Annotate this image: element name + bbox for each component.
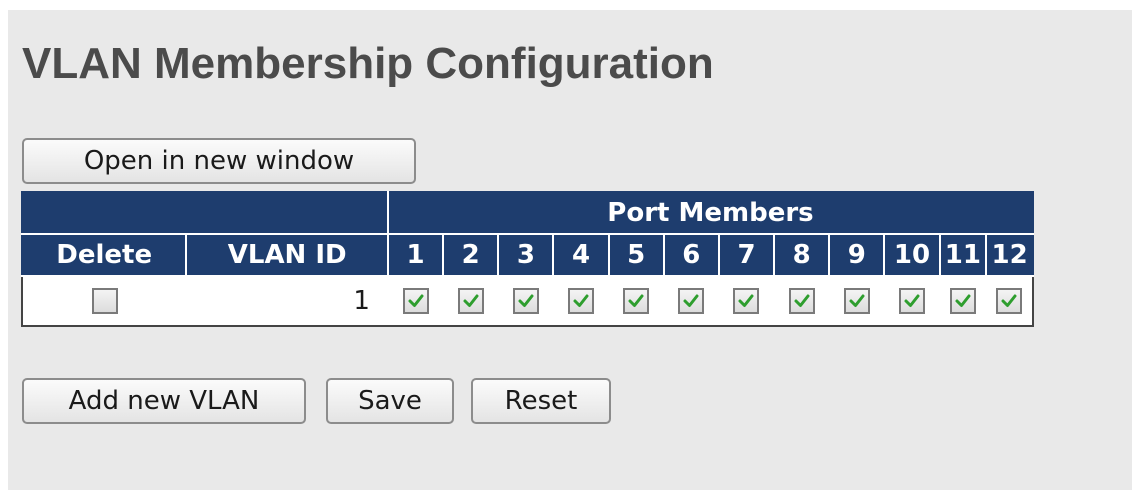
table-body: 1 xyxy=(20,275,1034,327)
port-member-cell-8 xyxy=(774,275,830,327)
port-header-10: 10 xyxy=(883,233,941,277)
green-checkmark-icon xyxy=(628,294,644,307)
port-10-member-checkbox[interactable] xyxy=(898,288,925,314)
green-checkmark-icon xyxy=(794,294,810,307)
port-member-cell-9 xyxy=(829,275,885,327)
port-header-8: 8 xyxy=(773,233,831,277)
port-header-7: 7 xyxy=(717,233,776,277)
port-members-header: Port Members xyxy=(386,191,1035,235)
vlan-id-value: 1 xyxy=(186,275,388,327)
port-1-member-checkbox[interactable] xyxy=(402,288,429,314)
port-header-11: 11 xyxy=(938,233,988,277)
port-header-6: 6 xyxy=(662,233,720,277)
content-panel: VLAN Membership Configuration Open in ne… xyxy=(8,10,1132,490)
port-header-9: 9 xyxy=(828,233,886,277)
port-member-cell-3 xyxy=(498,275,554,327)
port-8-member-checkbox[interactable] xyxy=(788,288,815,314)
port-6-member-checkbox[interactable] xyxy=(678,288,705,314)
green-checkmark-icon xyxy=(904,294,920,307)
port-3-member-checkbox[interactable] xyxy=(512,288,539,314)
port-12-member-checkbox[interactable] xyxy=(996,288,1023,314)
port-member-cell-6 xyxy=(663,275,719,327)
green-checkmark-icon xyxy=(518,294,534,307)
port-member-cell-7 xyxy=(718,275,775,327)
green-checkmark-icon xyxy=(463,294,479,307)
delete-header: Delete xyxy=(20,233,188,277)
table-group-header-row: Port Members xyxy=(21,191,1035,235)
port-member-cell-12 xyxy=(986,275,1034,327)
port-member-cell-11 xyxy=(939,275,987,327)
table-column-header-row: Delete VLAN ID 1 2 3 4 5 6 7 8 9 10 11 12 xyxy=(20,233,1034,277)
port-header-3: 3 xyxy=(497,233,555,277)
vlan-membership-table: Port Members Delete VLAN ID 1 2 3 4 5 6 7 8 9 10 1… xyxy=(20,191,1035,327)
port-11-member-checkbox[interactable] xyxy=(949,288,976,314)
port-member-cell-10 xyxy=(884,275,940,327)
green-checkmark-icon xyxy=(683,294,699,307)
header-blank xyxy=(21,191,389,235)
port-member-cell-2 xyxy=(443,275,499,327)
open-in-new-window-button[interactable]: Open in new window xyxy=(22,138,416,184)
save-button[interactable]: Save xyxy=(326,378,454,424)
add-new-vlan-button[interactable]: Add new VLAN xyxy=(22,378,306,424)
delete-checkbox[interactable] xyxy=(91,288,118,314)
port-7-member-checkbox[interactable] xyxy=(733,288,760,314)
port-member-cell-5 xyxy=(608,275,664,327)
port-header-4: 4 xyxy=(552,233,610,277)
port-header-12: 12 xyxy=(985,233,1034,277)
port-header-5: 5 xyxy=(607,233,665,277)
green-checkmark-icon xyxy=(955,294,971,307)
green-checkmark-icon xyxy=(573,294,589,307)
page-title: VLAN Membership Configuration xyxy=(22,39,714,88)
port-member-cell-1 xyxy=(387,275,444,327)
port-header-1: 1 xyxy=(386,233,445,277)
reset-button[interactable]: Reset xyxy=(471,378,611,424)
port-5-member-checkbox[interactable] xyxy=(623,288,650,314)
green-checkmark-icon xyxy=(408,294,424,307)
delete-cell xyxy=(20,275,187,327)
green-checkmark-icon xyxy=(738,294,754,307)
green-checkmark-icon xyxy=(1001,294,1017,307)
port-member-cell-4 xyxy=(553,275,609,327)
port-2-member-checkbox[interactable] xyxy=(457,288,484,314)
vlan-id-header: VLAN ID xyxy=(185,233,389,277)
port-9-member-checkbox[interactable] xyxy=(843,288,870,314)
port-header-2: 2 xyxy=(442,233,500,277)
table-row: 1 xyxy=(20,275,1034,327)
green-checkmark-icon xyxy=(849,294,865,307)
port-4-member-checkbox[interactable] xyxy=(568,288,595,314)
